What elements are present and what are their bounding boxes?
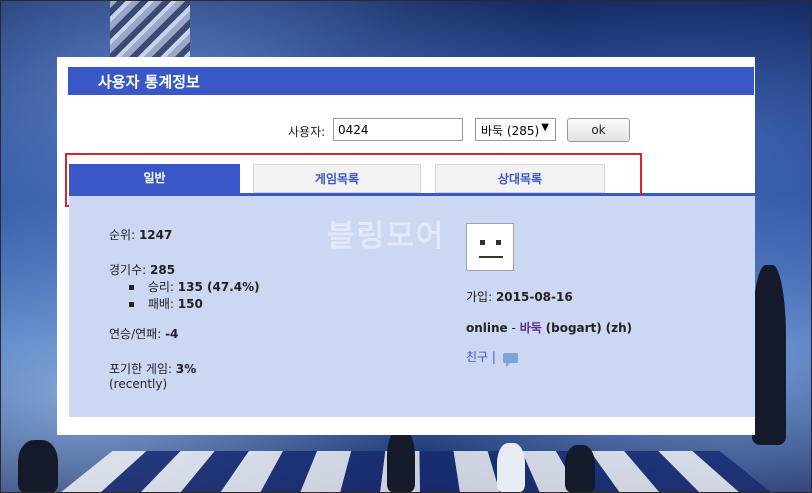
wins-stat: 승리: 135 (47.4%) [129,278,260,295]
ok-button[interactable]: ok [567,118,630,142]
games-stat: 경기수: 285 [109,261,175,278]
abandon-stat: 포기한 게임: 3% [109,360,196,377]
background-chess-piece [18,440,58,493]
avatar-eye-icon [496,240,501,245]
join-date-value: 2015-08-16 [495,290,573,304]
general-content: 블링모어 순위: 1247 경기수: 285 승리: 135 (47.4%) 패… [69,196,755,417]
games-value: 285 [150,263,176,277]
background-chess-piece-white [497,443,525,493]
game-link[interactable]: 바둑 [520,321,542,335]
rank-stat: 순위: 1247 [109,226,172,243]
avatar[interactable] [466,223,514,271]
online-status: online - 바둑 (bogart) (zh) [466,319,632,336]
user-search-row: 사용자: 바둑 (285) ▼ ok [57,118,755,144]
wins-label: 승리: [147,280,174,294]
game-select-value: 바둑 (285) [481,124,540,138]
game-select[interactable]: 바둑 (285) ▼ [475,118,556,141]
losses-value: 150 [177,297,203,311]
rank-value: 1247 [138,228,173,242]
rank-label: 순위: [109,228,136,242]
losses-label: 패배: [147,297,174,311]
avatar-mouth-icon [479,256,503,258]
status-text: online [466,321,508,335]
user-stats-panel: 사용자 통계정보 사용자: 바둑 (285) ▼ ok 일반 게임목록 상대목록… [57,57,755,435]
abandon-label: 포기한 게임: [109,362,173,376]
background-chess-piece [565,445,595,493]
background-chess-piece [387,430,415,493]
wins-value: 135 (47.4%) [177,280,260,294]
losses-stat: 패배: 150 [129,295,203,312]
friend-link[interactable]: 친구 [466,350,488,364]
abandon-value: 3% [175,362,197,376]
abandon-note: (recently) [109,377,168,391]
friend-pipe: | [491,350,496,364]
user-label: 사용자: [288,125,326,139]
join-label: 가입: [466,290,493,304]
games-label: 경기수: [109,263,147,277]
chat-icon[interactable] [502,352,518,367]
nickname: (bogart) [545,321,602,335]
background-chessboard [60,451,772,493]
streak-value: -4 [165,327,179,341]
page-title: 사용자 통계정보 [98,73,200,91]
status-separator: - [511,321,516,335]
streak-label: 연승/연패: [109,327,162,341]
streak-stat: 연승/연패: -4 [109,325,178,342]
join-date: 가입: 2015-08-16 [466,288,573,305]
background-chess-piece [752,265,786,445]
dropdown-arrow-icon: ▼ [541,122,549,133]
user-input[interactable] [333,118,463,141]
language: (zh) [605,321,633,335]
avatar-eye-icon [480,240,485,245]
watermark-text: 블링모어 [327,219,446,254]
friend-row: 친구 | [466,348,518,367]
panel-header: 사용자 통계정보 [68,67,754,95]
